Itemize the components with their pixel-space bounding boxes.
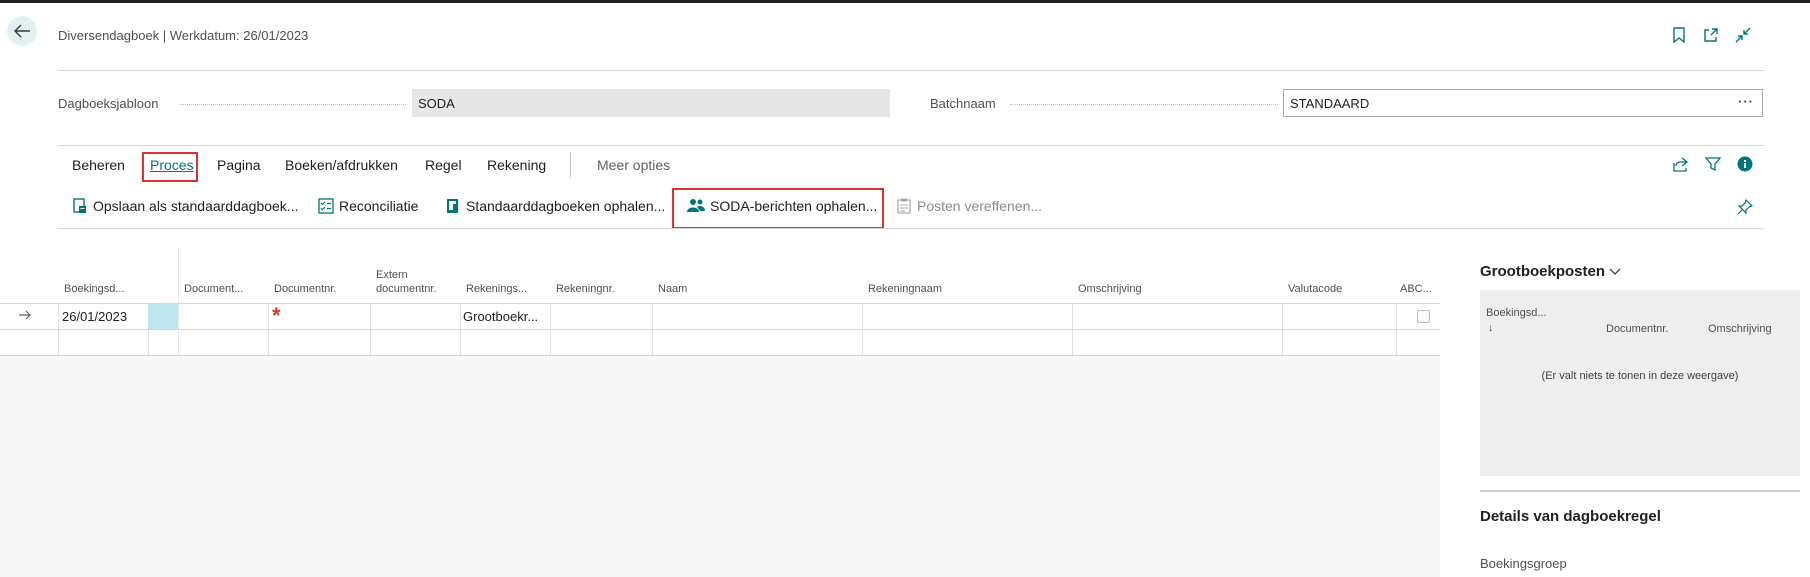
details-title[interactable]: Details van dagboekregel — [1480, 508, 1661, 525]
arrow-left-icon — [14, 24, 30, 38]
required-marker: * — [272, 303, 281, 328]
action-save-as-standard-label: Opslaan als standaarddagboek... — [93, 198, 299, 214]
template-label: Dagboeksjabloon — [58, 96, 159, 111]
batch-field[interactable]: STANDAARD ··· — [1283, 89, 1763, 117]
col-divider — [1072, 304, 1073, 355]
menu-boeken-afdrukken[interactable]: Boeken/afdrukken — [285, 157, 398, 173]
menu-separator — [570, 152, 571, 178]
col-divider — [1282, 304, 1283, 355]
factbox-col-posting-date[interactable]: Boekingsd... — [1486, 307, 1547, 319]
col-header-document-type[interactable]: Document... — [184, 282, 243, 296]
chevron-down-icon — [1609, 268, 1621, 275]
details-field-posting-group: Boekingsgroep — [1480, 556, 1567, 571]
filter-icon[interactable] — [1704, 155, 1722, 173]
soda-action-highlight — [672, 188, 884, 229]
save-template-icon — [73, 198, 86, 213]
menu-beheren[interactable]: Beheren — [72, 157, 125, 173]
abc-checkbox[interactable] — [1417, 310, 1430, 323]
pin-icon[interactable] — [1736, 198, 1754, 216]
col-divider — [58, 304, 59, 355]
grid-gutter-line — [178, 248, 179, 356]
journal-icon — [447, 199, 458, 213]
bookmark-icon[interactable] — [1670, 26, 1688, 44]
table-cell-account-type[interactable]: Grootboekr... — [463, 309, 548, 324]
action-apply-entries[interactable]: Posten vereffenen... — [896, 198, 1042, 214]
factbox-empty-message: (Er valt niets te tonen in deze weergave… — [1541, 370, 1739, 382]
share-icon[interactable] — [1671, 155, 1689, 173]
header-divider — [58, 70, 1764, 71]
header-actions — [1670, 26, 1752, 44]
col-header-external-doc-no[interactable]: Extern documentnr. — [376, 268, 456, 296]
col-header-description[interactable]: Omschrijving — [1078, 282, 1142, 296]
factbox-title[interactable]: Grootboekposten — [1480, 263, 1621, 280]
col-header-currency[interactable]: Valutacode — [1288, 282, 1342, 296]
col-header-account-name[interactable]: Rekeningnaam — [868, 282, 942, 296]
factbox-col-description[interactable]: Omschrijving — [1708, 323, 1772, 335]
page-title: Diversendagboek | Werkdatum: 26/01/2023 — [58, 28, 309, 43]
grid-row-border-1 — [0, 329, 1440, 330]
factbox-col-document-no[interactable]: Documentnr. — [1606, 323, 1668, 335]
col-divider — [370, 304, 371, 355]
col-header-abc[interactable]: ABC... — [1400, 282, 1432, 296]
row-arrow-icon — [19, 310, 31, 320]
col-header-document-no[interactable]: Documentnr. — [274, 282, 336, 296]
col-header-account-type[interactable]: Rekenings... — [466, 282, 527, 296]
batch-lookup-button[interactable]: ··· — [1738, 94, 1754, 109]
proces-highlight — [142, 152, 198, 182]
info-icon[interactable] — [1736, 155, 1754, 173]
col-header-account-no[interactable]: Rekeningnr. — [556, 282, 615, 296]
current-row-indicator — [18, 309, 32, 324]
table-cell-posting-date[interactable]: 26/01/2023 — [62, 309, 146, 324]
col-divider — [652, 304, 653, 355]
menu-rekening[interactable]: Rekening — [487, 157, 546, 173]
factbox-panel: Boekingsd... ↓ Documentnr. Omschrijving … — [1480, 290, 1800, 476]
template-leader-dots — [180, 104, 406, 105]
batch-leader-dots — [1010, 104, 1278, 105]
table-cell-selected[interactable] — [148, 304, 178, 329]
action-get-standard-journals-label: Standaarddagboeken ophalen... — [466, 198, 666, 214]
fields-divider — [58, 145, 1764, 146]
open-new-window-icon[interactable] — [1702, 26, 1720, 44]
window-top-border — [0, 0, 1810, 3]
menu-pagina[interactable]: Pagina — [217, 157, 261, 173]
action-apply-entries-label: Posten vereffenen... — [917, 198, 1043, 214]
menu-more-options[interactable]: Meer opties — [597, 157, 670, 173]
col-header-posting-date[interactable]: Boekingsd... — [64, 282, 125, 296]
batch-label: Batchnaam — [930, 96, 996, 111]
action-reconciliation-label: Reconciliatie — [339, 198, 419, 214]
grid-header-border — [0, 303, 1440, 304]
factbox-title-label: Grootboekposten — [1480, 263, 1606, 280]
back-button[interactable] — [7, 16, 37, 46]
menu-regel[interactable]: Regel — [425, 157, 462, 173]
sort-down-arrow: ↓ — [1488, 322, 1494, 334]
batch-value: STANDAARD — [1290, 96, 1370, 111]
action-get-standard-journals[interactable]: Standaarddagboeken ophalen... — [445, 198, 665, 214]
action-save-as-standard[interactable]: Opslaan als standaarddagboek... — [72, 198, 298, 214]
actions-divider — [58, 228, 1764, 229]
col-divider — [268, 304, 269, 355]
apply-entries-icon — [897, 198, 911, 214]
checklist-icon — [318, 198, 334, 214]
col-divider — [1396, 304, 1397, 355]
col-divider — [550, 304, 551, 355]
collapse-icon[interactable] — [1734, 26, 1752, 44]
grid-empty-area — [0, 356, 1440, 577]
template-field[interactable]: SODA — [412, 89, 890, 117]
col-divider — [460, 304, 461, 355]
factbox-separator — [1480, 490, 1800, 492]
col-header-name[interactable]: Naam — [658, 282, 687, 296]
action-reconciliation[interactable]: Reconciliatie — [318, 198, 418, 214]
col-divider — [862, 304, 863, 355]
